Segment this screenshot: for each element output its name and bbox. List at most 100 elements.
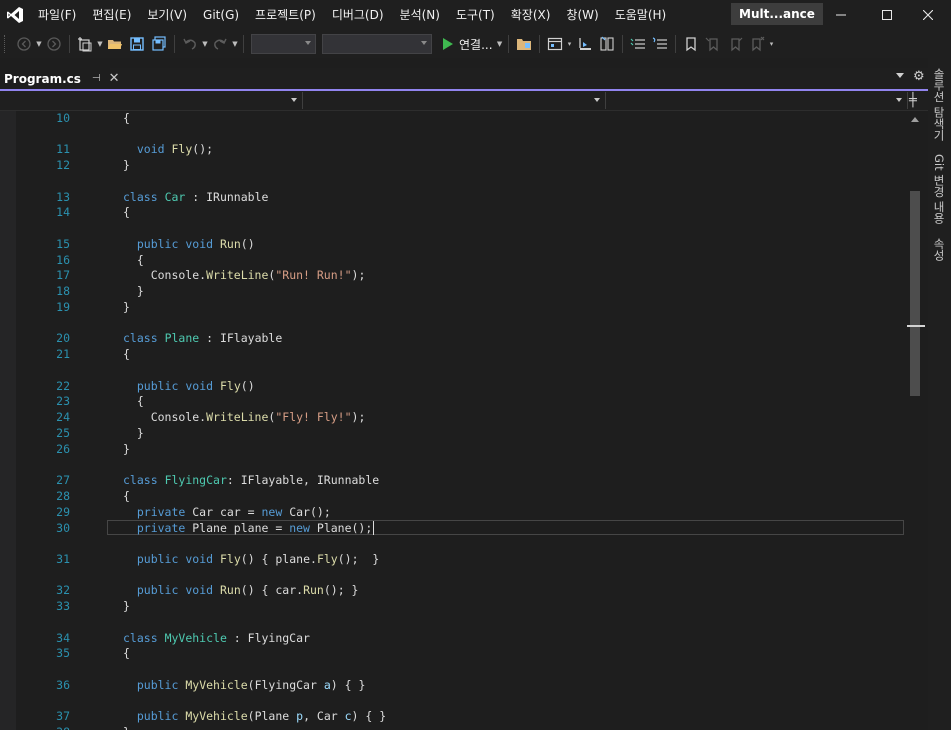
maximize-button[interactable] [864,0,910,30]
menu-edit[interactable]: 편집(E) [84,0,139,30]
undo-button[interactable] [179,33,201,55]
layout-dropdown-arrow[interactable]: ▾ [566,33,574,55]
code-line[interactable]: 22 public void Fly() [0,378,906,394]
menu-window[interactable]: 창(W) [558,0,606,30]
code-line[interactable]: 30 private Plane plane = new Plane(); [0,520,906,536]
code-line[interactable]: 13 class Car : IRunnable [0,189,906,205]
open-folder-button[interactable] [513,33,535,55]
code-line[interactable]: 20 class Plane : IFlayable [0,330,906,346]
tab-close-icon[interactable]: ✕ [109,71,120,86]
menu-debug[interactable]: 디버그(D) [324,0,392,30]
code-line[interactable]: 32 public void Run() { car.Run(); } [0,582,906,598]
code-line[interactable]: 14 { [0,204,906,220]
split-window-icon[interactable]: ╪ [909,93,917,108]
start-dropdown-arrow[interactable]: ▼ [496,33,504,55]
clear-bookmarks-button[interactable] [746,33,768,55]
side-tab-solution-explorer[interactable]: 솔루션 탐색기 [931,68,947,141]
open-file-button[interactable] [104,33,126,55]
project-dropdown[interactable] [0,92,303,109]
code-line[interactable]: 36 public MyVehicle(FlyingCar a) { } [0,677,906,693]
next-bookmark-button[interactable] [724,33,746,55]
save-all-button[interactable] [148,33,170,55]
code-line[interactable]: 31 public void Fly() { plane.Fly(); } [0,551,906,567]
solution-name-badge[interactable]: Mult...ance [731,3,823,25]
menu-project[interactable]: 프로젝트(P) [247,0,324,30]
code-token: } [123,426,144,440]
code-line[interactable]: 27 class FlyingCar: IFlayable, IRunnable [0,472,906,488]
back-dropdown-arrow[interactable]: ▼ [35,33,43,55]
code-line[interactable]: 17 Console.WriteLine("Run! Run!"); [0,267,906,283]
toolbar-grip[interactable] [4,35,8,53]
code-line[interactable]: 23 { [0,393,906,409]
code-line[interactable]: 37 public MyVehicle(Plane p, Car c) { } [0,708,906,724]
scroll-up-arrow-icon[interactable] [911,117,919,122]
member-dropdown[interactable] [606,92,908,109]
menu-tools[interactable]: 도구(T) [448,0,503,30]
code-line[interactable]: 24 Console.WriteLine("Fly! Fly!"); [0,409,906,425]
menu-analyze[interactable]: 분석(N) [392,0,448,30]
side-tab-properties[interactable]: 속성 [931,238,947,261]
menu-help[interactable]: 도움말(H) [607,0,675,30]
code-line[interactable]: 11 void Fly(); [0,141,906,157]
vertical-scrollbar[interactable] [906,111,925,730]
window-layout-button[interactable] [544,33,566,55]
new-project-button[interactable] [74,33,96,55]
close-window-button[interactable] [905,0,951,30]
tab-overflow-dropdown-icon[interactable] [896,73,904,78]
code-line[interactable]: 18 } [0,283,906,299]
scrollbar-thumb[interactable] [910,191,920,396]
step-into-button[interactable] [574,33,596,55]
new-project-dropdown-arrow[interactable]: ▼ [96,33,104,55]
split-view-icon [599,36,614,51]
code-line[interactable]: 15 public void Run() [0,236,906,252]
navigate-forward-button[interactable] [43,33,65,55]
code-editor[interactable]: 10{ 11 void Fly(); 12} 13 class Car : IRunna… [0,111,906,730]
minimize-button[interactable] [818,0,864,30]
code-line[interactable]: 34 class MyVehicle : FlyingCar [0,630,906,646]
navigate-back-button[interactable] [13,33,35,55]
toolbar-separator [674,35,676,53]
code-line[interactable]: 28 { [0,488,906,504]
code-line[interactable]: 26} [0,441,906,457]
toggle-view-button[interactable] [596,33,618,55]
solution-platform-dropdown[interactable] [322,34,432,54]
menu-view[interactable]: 보기(V) [139,0,195,30]
line-number: 12 [56,158,70,173]
solution-configuration-dropdown[interactable] [251,34,316,54]
comment-lines-button[interactable] [627,33,649,55]
menu-extensions[interactable]: 확장(X) [503,0,559,30]
start-debugging-button[interactable]: 연결... [439,33,496,55]
code-line[interactable]: 21 { [0,346,906,362]
code-line[interactable]: 10 { [0,111,906,126]
side-tab-git-changes[interactable]: Git 변경 내용 [931,154,947,224]
code-line[interactable]: 38} [0,724,906,730]
toggle-bookmark-button[interactable] [680,33,702,55]
code-token: MyVehicle [185,677,248,692]
previous-bookmark-button[interactable] [702,33,724,55]
redo-dropdown-arrow[interactable]: ▼ [231,33,239,55]
toolbar-overflow-arrow[interactable]: ▾ [768,33,776,55]
code-token: (); } [337,552,380,566]
code-text: { [123,645,130,661]
visual-studio-logo-icon[interactable] [0,0,30,30]
save-button[interactable] [126,33,148,55]
code-line[interactable]: 25 } [0,425,906,441]
type-dropdown[interactable] [303,92,606,109]
line-number: 38 [30,724,70,730]
play-icon [443,38,453,50]
code-line[interactable]: 16 { [0,252,906,268]
code-line[interactable]: 29 private Car car = new Car(); [0,504,906,520]
undo-dropdown-arrow[interactable]: ▼ [201,33,209,55]
redo-button[interactable] [209,33,231,55]
code-line[interactable]: 12} [0,157,906,173]
uncomment-lines-button[interactable] [649,33,671,55]
menu-file[interactable]: 파일(F) [30,0,84,30]
pin-icon[interactable]: ⊣ [92,73,101,84]
code-line[interactable]: 35 { [0,645,906,661]
tab-program-cs[interactable]: Program.cs ⊣ ✕ [0,68,120,89]
menu-git[interactable]: Git(G) [195,0,247,30]
code-line[interactable]: 19} [0,299,906,315]
gear-icon[interactable]: ⚙ [913,69,925,84]
code-token: private [136,520,186,535]
code-line[interactable]: 33} [0,598,906,614]
